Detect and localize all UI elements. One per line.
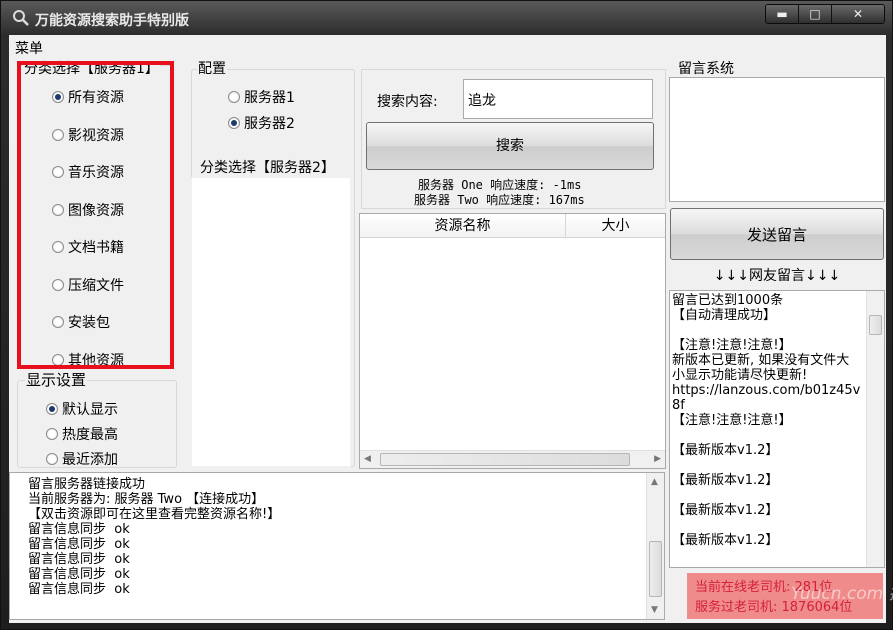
text-line: 【最新版本v1.2】 [672, 503, 779, 518]
text-line: 留言信息同步 ok [28, 522, 130, 537]
search-input[interactable]: 追龙 [463, 79, 653, 119]
text-line: 留言已达到1000条 [672, 293, 784, 308]
radio-option[interactable]: 服务器2 [228, 113, 295, 133]
text-line: 留言信息同步 ok [28, 567, 130, 582]
close-button[interactable]: ✕ [832, 5, 884, 23]
text-line: 【双击资源即可在这里查看完整资源名称!】 [28, 507, 281, 522]
radio-dot-icon[interactable] [46, 428, 58, 440]
scroll-down-icon[interactable]: ▼ [651, 605, 658, 615]
radio-option[interactable]: 服务器1 [228, 87, 295, 107]
app-window: 万能资源搜索助手特别版 ▬ □ ✕ 菜单 分类选择【服务器1】 所有资源 影视资源… [0, 0, 893, 630]
radio-option[interactable]: 默认显示 [46, 399, 118, 419]
window-controls: ▬ □ ✕ [765, 4, 885, 24]
text-line: 【注意!注意!注意!】 [672, 338, 792, 353]
radio-option[interactable]: 最近添加 [46, 449, 118, 469]
radio-label: 热度最高 [62, 427, 118, 443]
maximize-button[interactable]: □ [799, 5, 832, 23]
text-line: 当前服务器为: 服务器 Two 【连接成功】 [28, 492, 265, 507]
column-header-size[interactable]: 大小 [566, 214, 665, 238]
text-line: 留言信息同步 ok [28, 582, 130, 597]
log-text: 留言服务器链接成功 当前服务器为: 服务器 Two 【连接成功】 【双击资源即可在这… [28, 477, 280, 597]
radio-dot-icon[interactable] [46, 403, 58, 415]
send-message-button[interactable]: 发送留言 [670, 208, 884, 260]
text-line: 【自动清理成功】 [672, 308, 777, 323]
category2-legend: 分类选择【服务器2】 [199, 160, 336, 176]
message-text: 留言已达到1000条 【自动清理成功】 【注意!注意!注意!】 新版本已更新, 如果没… [672, 293, 862, 565]
scroll-up-icon[interactable]: ▲ [651, 477, 658, 487]
category2-list[interactable] [191, 177, 351, 467]
radio-dot-icon[interactable] [46, 453, 58, 465]
text-line: 【最新版本v1.2】 [672, 443, 779, 458]
radio-dot-icon[interactable] [228, 117, 240, 129]
results-hscrollbar[interactable]: ◀ ▶ [360, 450, 665, 468]
menu-item[interactable]: 菜单 [15, 38, 43, 58]
text-line: https://lanzous.com/b01z45v8f [672, 383, 861, 413]
text-line [672, 323, 862, 338]
radio-label: 服务器2 [244, 116, 295, 132]
radio-label: 最近添加 [62, 452, 118, 468]
display-legend: 显示设置 [25, 371, 88, 389]
magnifier-icon [11, 9, 31, 27]
text-line [672, 518, 862, 533]
config-legend: 配置 [197, 61, 227, 77]
window-title: 万能资源搜索助手特别版 [35, 13, 189, 29]
message-list[interactable]: 留言已达到1000条 【自动清理成功】 【注意!注意!注意!】 新版本已更新, 如果没… [669, 290, 885, 568]
client-area: 菜单 分类选择【服务器1】 所有资源 影视资源 音乐资源 图像资源 文档书籍 压缩文件 安装… [9, 35, 886, 623]
text-line [672, 458, 862, 473]
message-vscrollbar[interactable] [866, 291, 884, 567]
hscroll-thumb[interactable] [380, 453, 630, 466]
message-input[interactable] [669, 77, 885, 202]
text-line: 【最新版本v1.2】 [672, 473, 779, 488]
vscroll-thumb[interactable] [649, 541, 662, 597]
message-legend: 留言系统 [677, 61, 735, 77]
text-line: 留言信息同步 ok [28, 552, 130, 567]
text-line [672, 428, 862, 443]
friends-header: ↓↓↓网友留言↓↓↓ [713, 268, 841, 284]
text-line: 新版本已更新, 如果没有文件大小显示功能请尽快更新! [672, 353, 850, 383]
scroll-right-icon[interactable]: ▶ [654, 454, 661, 464]
log-area[interactable]: 留言服务器链接成功 当前服务器为: 服务器 Two 【连接成功】 【双击资源即可在这… [9, 472, 665, 620]
text-line: 【最新版本v1.2】 [672, 533, 779, 548]
radio-label: 服务器1 [244, 90, 295, 106]
search-label: 搜索内容: [377, 94, 438, 110]
results-list[interactable]: 资源名称 大小 ◀ ▶ [359, 213, 666, 469]
text-line: 留言信息同步 ok [28, 537, 130, 552]
log-vscrollbar[interactable]: ▲ ▼ [646, 473, 664, 619]
scroll-left-icon[interactable]: ◀ [364, 454, 371, 464]
text-line [672, 488, 862, 503]
radio-label: 默认显示 [62, 402, 118, 418]
text-line: 留言服务器链接成功 [28, 477, 146, 492]
title-bar[interactable]: 万能资源搜索助手特别版 ▬ □ ✕ [1, 1, 893, 35]
radio-dot-icon[interactable] [228, 91, 240, 103]
highlight-box [17, 61, 174, 369]
watermark: Yuucn.com 插件 [791, 584, 893, 604]
column-header-name[interactable]: 资源名称 [360, 214, 566, 238]
minimize-button[interactable]: ▬ [766, 5, 799, 23]
search-button[interactable]: 搜索 [366, 122, 654, 170]
server-two-speed: 服务器 Two 响应速度: 167ms [414, 193, 585, 207]
text-line: 【注意!注意!注意!】 [672, 413, 792, 428]
radio-option[interactable]: 热度最高 [46, 424, 118, 444]
message-scroll-thumb[interactable] [869, 315, 882, 335]
